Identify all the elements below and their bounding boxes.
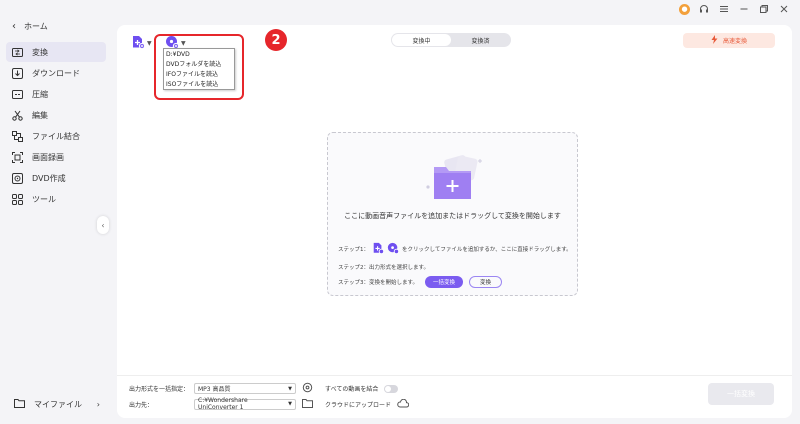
- settings-icon[interactable]: [302, 382, 313, 395]
- chevron-down-icon: ▼: [288, 385, 292, 392]
- minimize-icon[interactable]: [738, 3, 750, 15]
- step2-text: ステップ2：出力形式を選択します。: [338, 265, 429, 271]
- home-link[interactable]: ‹ ホーム: [12, 21, 48, 32]
- callout-number-badge: 2: [265, 29, 287, 51]
- sidebar-item-screen-record[interactable]: 画面録画: [6, 147, 106, 167]
- chevron-left-icon: ‹: [12, 21, 16, 32]
- step1-label: ステップ1：: [338, 247, 369, 253]
- callout-highlight-box: 2: [154, 29, 287, 100]
- output-path-value: C:¥Wondershare UniConverter 1: [198, 397, 248, 411]
- step-batch-convert-button[interactable]: 一括変換: [424, 276, 463, 288]
- output-path-select[interactable]: C:¥Wondershare UniConverter 1 ▼: [194, 397, 296, 411]
- sidebar-item-compress[interactable]: 圧縮: [6, 84, 106, 104]
- convert-all-button[interactable]: 一括変換: [708, 383, 774, 405]
- headset-icon[interactable]: [698, 3, 710, 15]
- screen-record-icon: [12, 151, 23, 163]
- sidebar-item-convert[interactable]: 変換: [6, 42, 106, 62]
- dvd-icon: [12, 172, 23, 184]
- chevron-down-icon: ▼: [288, 401, 292, 407]
- add-file-icon: [131, 35, 146, 51]
- drop-zone-instructions: ここに動画音声ファイルを追加またはドラッグして変換を開始します: [344, 212, 561, 220]
- tab-converted[interactable]: 変換済: [451, 34, 510, 46]
- tab-converting[interactable]: 変換中: [392, 34, 451, 46]
- sidebar: ‹ ホーム 変換 ダウンロード 圧縮 編集 ファイル結合 画面録画 DVD作成 …: [0, 0, 112, 424]
- step-3: ステップ3：変換を開始します。 一括変換 変換: [338, 276, 502, 288]
- drop-zone[interactable]: ここに動画音声ファイルを追加またはドラッグして変換を開始します ステップ1： を…: [327, 132, 578, 296]
- sidebar-item-download[interactable]: ダウンロード: [6, 63, 106, 83]
- output-format-label: 出力形式を一括指定：: [129, 386, 190, 393]
- sidebar-item-dvd[interactable]: DVD作成: [6, 168, 106, 188]
- compress-icon: [12, 89, 23, 100]
- output-path-label: 出力先：: [129, 401, 154, 409]
- sidebar-item-merge[interactable]: ファイル結合: [6, 126, 106, 146]
- sidebar-item-tools[interactable]: ツール: [6, 189, 106, 209]
- avatar[interactable]: ●: [679, 3, 690, 15]
- add-file-icon[interactable]: [372, 242, 385, 256]
- output-format-value: MP3 高品質: [198, 386, 231, 393]
- divider: [117, 375, 792, 376]
- sidebar-item-label: 圧縮: [32, 89, 48, 99]
- menu-icon[interactable]: [718, 3, 730, 15]
- chevron-down-icon: ▼: [147, 39, 152, 47]
- restore-icon[interactable]: [758, 3, 770, 15]
- folder-icon[interactable]: [302, 398, 313, 410]
- sidebar-item-edit[interactable]: 編集: [6, 105, 106, 125]
- step1-text: をクリックしてファイルを追加するか、ここに直接ドラッグします。: [402, 247, 572, 253]
- high-speed-label: 高速変換: [722, 38, 747, 45]
- step-2: ステップ2：出力形式を選択します。: [338, 263, 429, 271]
- window-controls: ●: [679, 3, 790, 15]
- high-speed-convert-button[interactable]: 高速変換: [683, 33, 775, 48]
- sidebar-item-label: 画面録画: [32, 152, 64, 162]
- home-label: ホーム: [24, 22, 48, 31]
- output-format-select[interactable]: MP3 高品質 ▼: [194, 383, 296, 394]
- step-convert-button[interactable]: 変換: [468, 276, 502, 288]
- download-icon: [12, 67, 23, 79]
- collapse-sidebar-button[interactable]: ‹: [97, 216, 109, 234]
- tools-icon: [12, 193, 23, 205]
- add-folder-illustration: [416, 151, 488, 203]
- chevron-right-icon: ›: [96, 399, 100, 409]
- cloud-upload-label: クラウドにアップロード: [325, 401, 392, 409]
- add-file-button[interactable]: ▼: [131, 35, 152, 51]
- sidebar-item-label: ツール: [32, 194, 56, 204]
- dvd-add-icon[interactable]: [387, 242, 400, 256]
- sidebar-nav: 変換 ダウンロード 圧縮 編集 ファイル結合 画面録画 DVD作成 ツール: [6, 42, 106, 210]
- convert-icon: [12, 47, 23, 58]
- step3-label: ステップ3：変換を開始します。: [338, 280, 418, 286]
- main-panel: ▼ ▼ 変換中 変換済 高速変換 D:¥DVD DVDフォルダを読込 IFOファ…: [117, 25, 792, 418]
- sidebar-item-label: DVD作成: [32, 173, 66, 183]
- step-1: ステップ1： をクリックしてファイルを追加するか、ここに直接ドラッグします。: [338, 242, 572, 256]
- sidebar-item-label: ファイル結合: [32, 131, 80, 141]
- my-files-label: マイファイル: [34, 399, 82, 409]
- my-files-button[interactable]: マイファイル ›: [6, 394, 100, 414]
- cloud-icon[interactable]: [397, 398, 410, 410]
- sidebar-item-label: 編集: [32, 110, 48, 120]
- close-icon[interactable]: [778, 3, 790, 15]
- sidebar-item-label: ダウンロード: [32, 68, 80, 78]
- output-path-row: 出力先： C:¥Wondershare UniConverter 1 ▼ クラウ…: [129, 397, 410, 411]
- lightning-icon: [711, 35, 718, 46]
- sidebar-item-label: 変換: [32, 47, 48, 57]
- scissors-icon: [12, 110, 23, 121]
- merge-all-toggle[interactable]: [384, 384, 399, 393]
- chevron-left-icon: ‹: [101, 220, 105, 230]
- convert-tabs: 変換中 変換済: [391, 33, 511, 47]
- merge-icon: [12, 130, 23, 142]
- merge-all-label: すべての動画を結合: [325, 386, 379, 393]
- output-format-row: 出力形式を一括指定： MP3 高品質 ▼ すべての動画を結合: [129, 382, 399, 395]
- folder-icon: [14, 398, 25, 410]
